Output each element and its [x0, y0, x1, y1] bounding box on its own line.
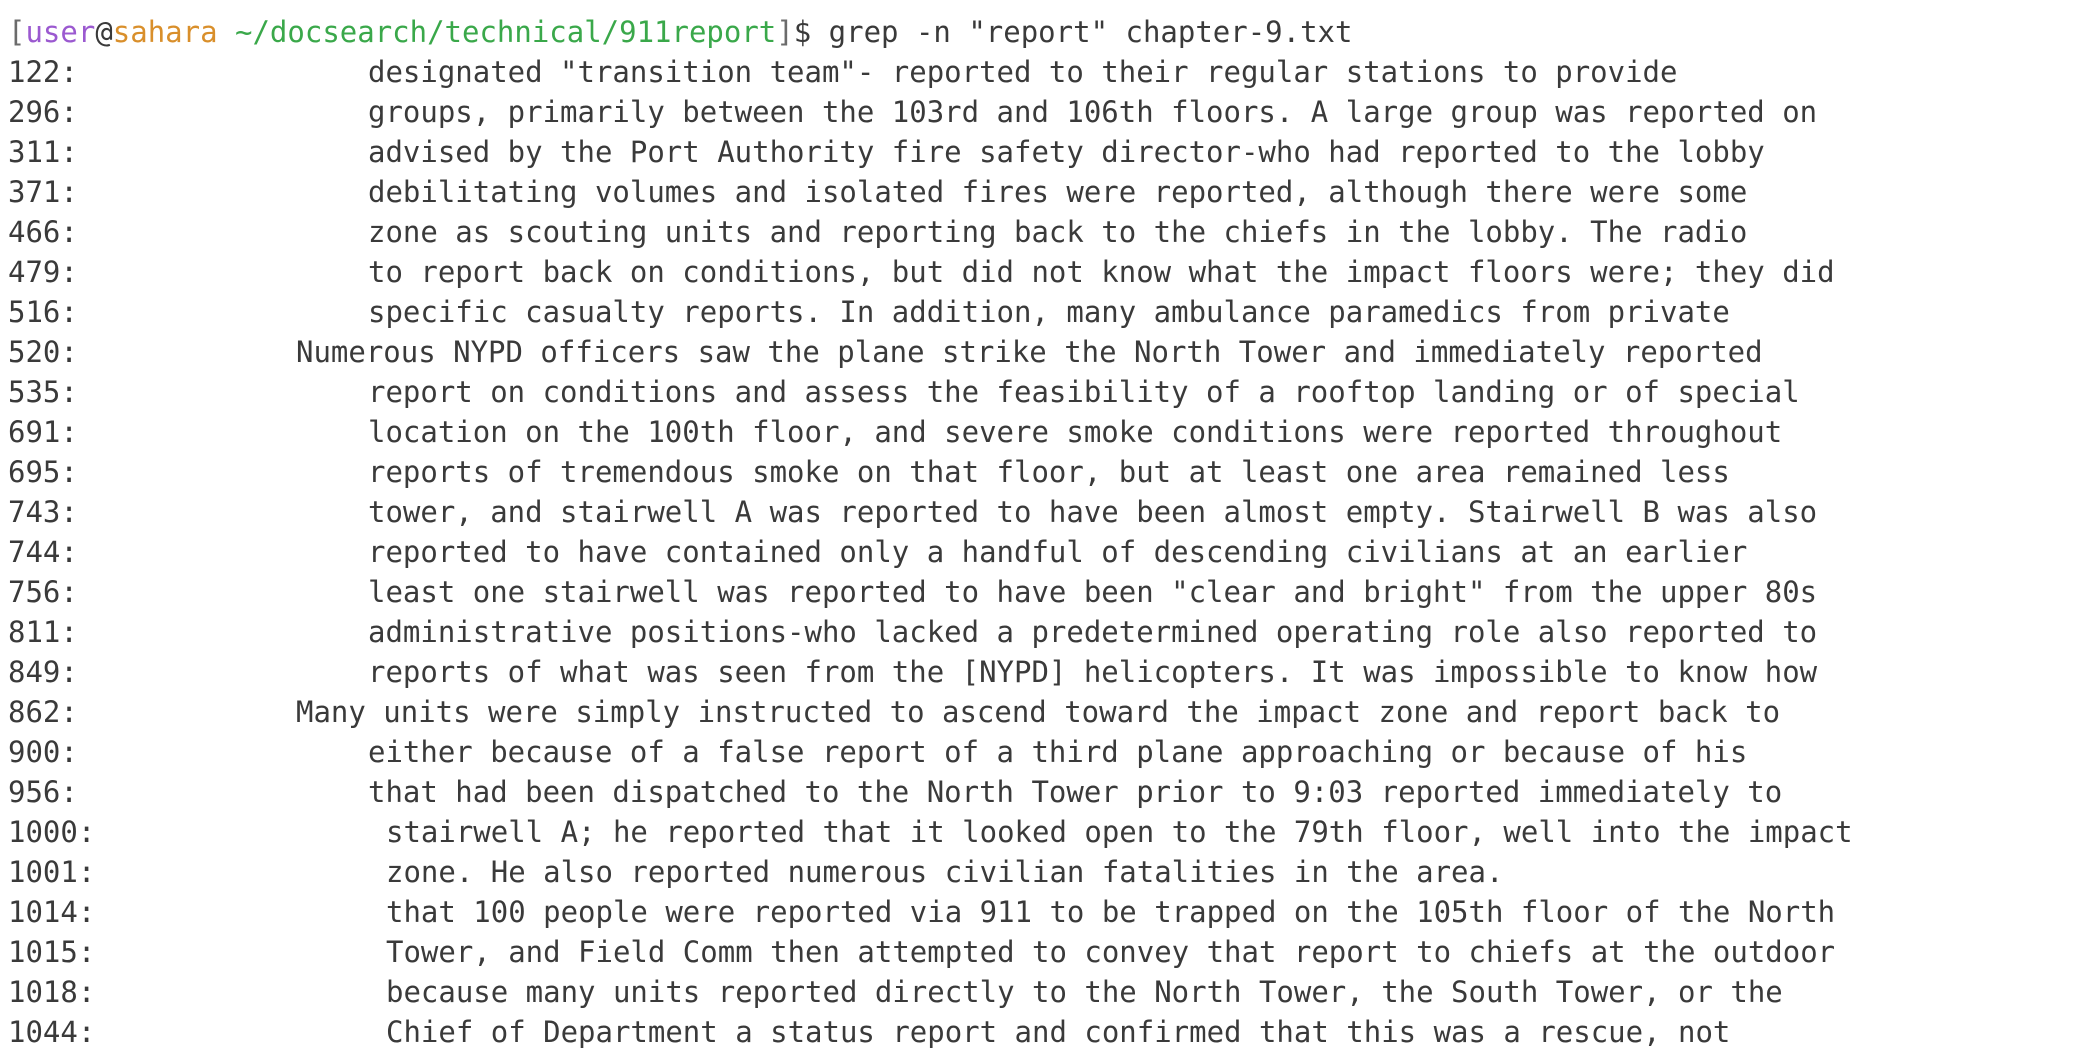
output-line: 1015: Tower, and Field Comm then attempte… — [8, 932, 2078, 972]
output-line: 695: reports of tremendous smoke on that … — [8, 452, 2078, 492]
line-text: Tower, and Field Comm then attempted to … — [386, 935, 1836, 969]
output-line: 479: to report back on conditions, but di… — [8, 252, 2078, 292]
grep-output: 122: designated "transition team"- report… — [8, 52, 2078, 1052]
line-text: reports of tremendous smoke on that floo… — [368, 455, 1730, 489]
prompt-path: ~/docsearch/technical/911report — [235, 15, 777, 49]
line-text: groups, primarily between the 103rd and … — [368, 95, 1818, 129]
line-text: to report back on conditions, but did no… — [368, 255, 1835, 289]
line-text: designated "transition team"- reported t… — [368, 55, 1678, 89]
line-text: Many units were simply instructed to asc… — [296, 695, 1781, 729]
output-line: 296: groups, primarily between the 103rd … — [8, 92, 2078, 132]
output-line: 744: reported to have contained only a ha… — [8, 532, 2078, 572]
line-text: that 100 people were reported via 911 to… — [386, 895, 1836, 929]
output-line: 691: location on the 100th floor, and sev… — [8, 412, 2078, 452]
prompt-open-bracket: [ — [8, 15, 26, 49]
line-text: tower, and stairwell A was reported to h… — [368, 495, 1818, 529]
output-line: 956: that had been dispatched to the Nort… — [8, 772, 2078, 812]
line-text: least one stairwell was reported to have… — [368, 575, 1818, 609]
line-text: specific casualty reports. In addition, … — [368, 295, 1730, 329]
line-text: reports of what was seen from the [NYPD]… — [368, 655, 1818, 689]
output-line: 862: Many units were simply instructed to… — [8, 692, 2078, 732]
output-line: 516: specific casualty reports. In additi… — [8, 292, 2078, 332]
prompt-command[interactable]: grep -n "report" chapter-9.txt — [829, 15, 1353, 49]
output-line: 1044: Chief of Department a status report… — [8, 1012, 2078, 1052]
terminal-window[interactable]: [user@sahara ~/docsearch/technical/911re… — [0, 0, 2078, 1052]
output-line: 371: debilitating volumes and isolated fi… — [8, 172, 2078, 212]
output-line: 743: tower, and stairwell A was reported … — [8, 492, 2078, 532]
prompt-host: sahara — [112, 15, 218, 49]
output-line: 122: designated "transition team"- report… — [8, 52, 2078, 92]
output-line: 849: reports of what was seen from the [N… — [8, 652, 2078, 692]
line-text: because many units reported directly to … — [386, 975, 1783, 1009]
prompt-at: @ — [95, 15, 113, 49]
line-text: debilitating volumes and isolated fires … — [368, 175, 1748, 209]
output-line: 811: administrative positions-who lacked … — [8, 612, 2078, 652]
shell-prompt-line: [user@sahara ~/docsearch/technical/911re… — [8, 12, 2078, 52]
line-text: administrative positions-who lacked a pr… — [368, 615, 1818, 649]
output-line: 466: zone as scouting units and reporting… — [8, 212, 2078, 252]
line-text: advised by the Port Authority fire safet… — [368, 135, 1765, 169]
output-line: 520: Numerous NYPD officers saw the plane… — [8, 332, 2078, 372]
line-text: reported to have contained only a handfu… — [368, 535, 1748, 569]
line-text: either because of a false report of a th… — [368, 735, 1748, 769]
prompt-close-bracket: ] — [776, 15, 794, 49]
line-text: stairwell A; he reported that it looked … — [386, 815, 1853, 849]
output-line: 1014: that 100 people were reported via 9… — [8, 892, 2078, 932]
output-line: 311: advised by the Port Authority fire s… — [8, 132, 2078, 172]
line-text: that had been dispatched to the North To… — [368, 775, 1783, 809]
line-text: zone. He also reported numerous civilian… — [386, 855, 1504, 889]
line-text: Chief of Department a status report and … — [386, 1015, 1731, 1049]
prompt-user: user — [25, 15, 96, 49]
output-line: 756: least one stairwell was reported to … — [8, 572, 2078, 612]
output-line: 1000: stairwell A; he reported that it lo… — [8, 812, 2078, 852]
output-line: 1001: zone. He also reported numerous civ… — [8, 852, 2078, 892]
output-line: 900: either because of a false report of … — [8, 732, 2078, 772]
line-text: zone as scouting units and reporting bac… — [368, 215, 1748, 249]
output-line: 535: report on conditions and assess the … — [8, 372, 2078, 412]
output-line: 1018: because many units reported directl… — [8, 972, 2078, 1012]
line-text: report on conditions and assess the feas… — [368, 375, 1800, 409]
line-text: location on the 100th floor, and severe … — [368, 415, 1783, 449]
prompt-dollar: $ — [793, 15, 812, 49]
line-text: Numerous NYPD officers saw the plane str… — [296, 335, 1763, 369]
